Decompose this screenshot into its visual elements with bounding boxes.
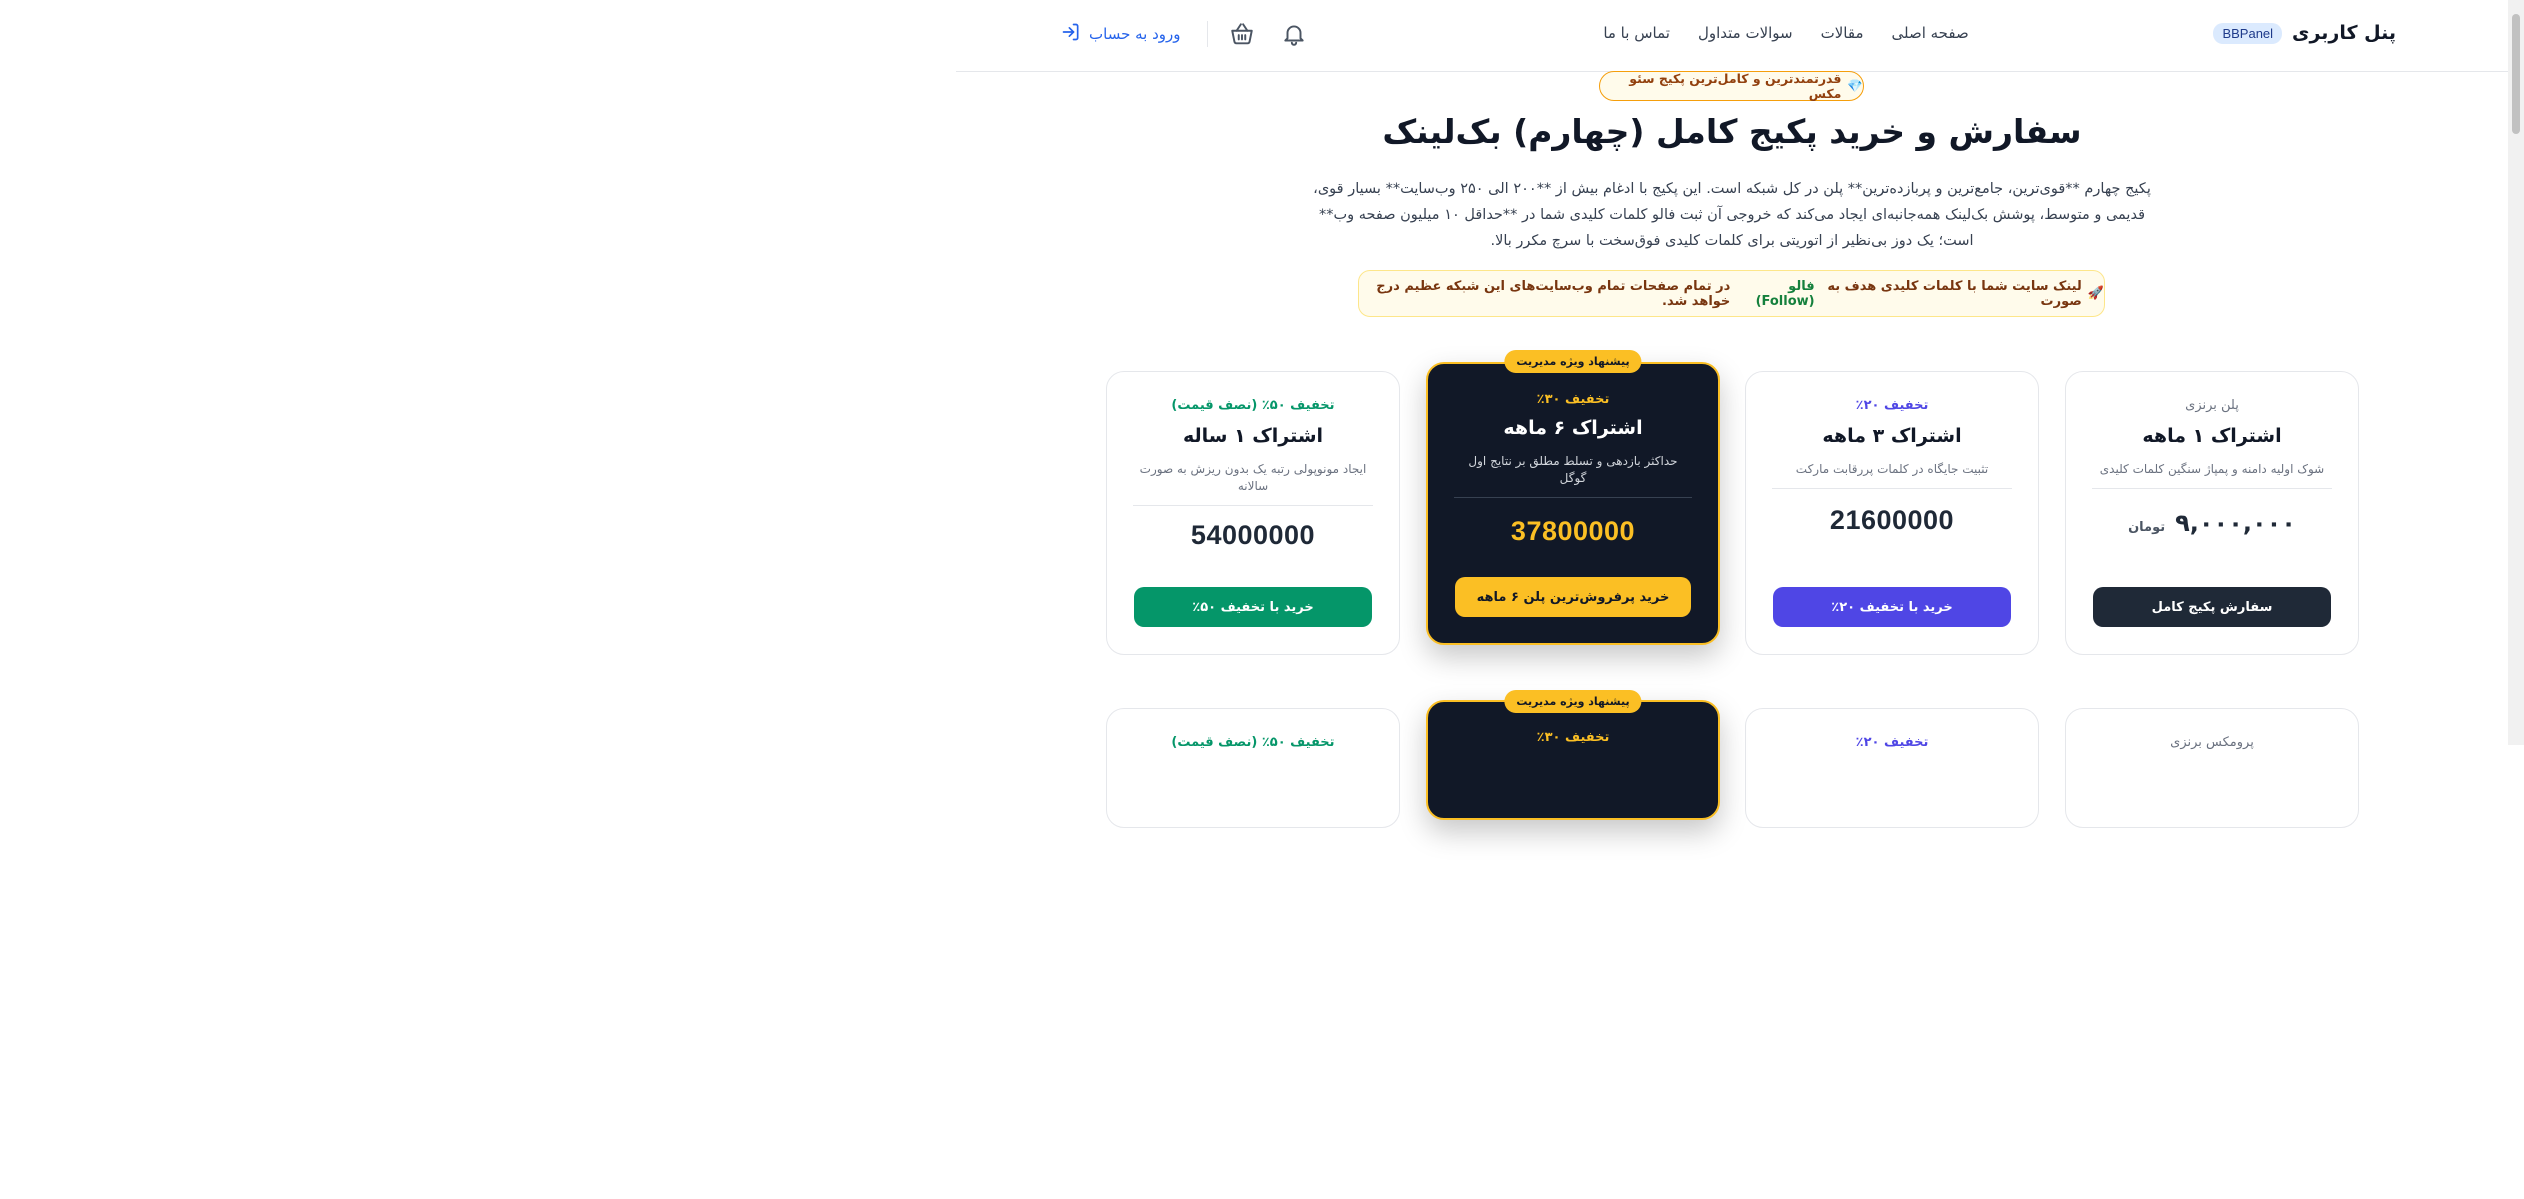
plan-price: ۹,۰۰۰,۰۰۰ xyxy=(2175,509,2296,537)
brand-badge: BBPanel xyxy=(2213,22,2283,44)
plan-price: 37800000 xyxy=(1510,516,1636,546)
plan-label: تخفیف ۳۰٪ xyxy=(1536,730,1610,745)
plan-card-row2-3: پیشنهاد ویژه مدیریت تخفیف ۳۰٪ xyxy=(1426,690,1720,820)
plan-card-1-year: تخفیف ۵۰٪ (نصف قیمت) اشتراک ۱ ساله ایجاد… xyxy=(1106,371,1400,655)
plan-name: اشتراک ۶ ماهه xyxy=(1503,417,1643,439)
nav-contact[interactable]: تماس با ما xyxy=(1603,24,1670,42)
login-link[interactable]: ورود به حساب xyxy=(1061,22,1181,46)
plan-divider xyxy=(1772,488,2012,489)
plan-card-row2-2: تخفیف ۲۰٪ xyxy=(1745,708,2039,828)
featured-ribbon: پیشنهاد ویژه مدیریت xyxy=(1504,690,1642,713)
main-nav: صفحه اصلی مقالات سوالات متداول تماس با م… xyxy=(1596,24,1976,42)
notice-text-after: در تمام صفحات تمام وب‌سایت‌های این شبکه … xyxy=(1376,278,1731,309)
notifications-button[interactable] xyxy=(1280,20,1308,48)
plan-price-row: ۹,۰۰۰,۰۰۰ تومان xyxy=(2066,509,2358,537)
featured-ribbon: پیشنهاد ویژه مدیریت xyxy=(1504,350,1642,373)
plan-card-6-month: پیشنهاد ویژه مدیریت تخفیف ۳۰٪ اشتراک ۶ م… xyxy=(1426,350,1720,645)
nav-home[interactable]: صفحه اصلی xyxy=(1892,24,1969,42)
nav-faq[interactable]: سوالات متداول xyxy=(1698,24,1793,42)
plan-name: اشتراک ۱ ساله xyxy=(1182,425,1324,447)
plan-price-unit: تومان xyxy=(2128,520,2166,535)
plan-card-3-month: تخفیف ۲۰٪ اشتراک ۳ ماهه تثبیت جایگاه در … xyxy=(1745,371,2039,655)
page-title: سفارش و خرید پکیج کامل (چهارم) بک‌لینک xyxy=(1382,112,2082,151)
header-actions: ورود به حساب xyxy=(1061,20,1332,48)
order-full-package-button[interactable]: سفارش پکیج کامل xyxy=(2093,587,2331,627)
bell-icon xyxy=(1283,25,1304,46)
plan-card-1-month: پلن برنزی اشتراک ۱ ماهه شوک اولیه دامنه … xyxy=(2065,371,2359,655)
hero-badge-text: قدرتمندترین و کامل‌ترین پکیج سئو مکس xyxy=(1629,71,1842,101)
hero-badge: 💎 قدرتمندترین و کامل‌ترین پکیج سئو مکس xyxy=(1599,71,1864,101)
plan-price: 21600000 xyxy=(1829,505,1955,535)
plan-label: تخفیف ۵۰٪ (نصف قیمت) xyxy=(1171,735,1335,750)
scrollbar-thumb[interactable] xyxy=(2512,14,2520,134)
buy-3-month-button[interactable]: خرید با تخفیف ۲۰٪ xyxy=(1773,587,2011,627)
plan-divider xyxy=(1133,505,1373,506)
plan-label: تخفیف ۳۰٪ xyxy=(1536,392,1610,407)
buy-6-month-button[interactable]: خرید پرفروش‌ترین پلن ۶ ماهه xyxy=(1455,577,1691,617)
plan-label: پرومکس برنزی xyxy=(2170,735,2254,750)
follow-notice: 🚀 لینک سایت شما با کلمات کلیدی هدف به صو… xyxy=(1358,270,2105,317)
cart-button[interactable] xyxy=(1228,20,1256,48)
plan-divider xyxy=(1454,497,1692,498)
plan-label: پلن برنزی xyxy=(2185,398,2239,413)
login-icon xyxy=(1061,22,1081,46)
plan-card-row2-1: پرومکس برنزی xyxy=(2065,708,2359,828)
rocket-icon: 🚀 xyxy=(2087,286,2104,301)
brand-title: پنل کاربری xyxy=(2292,22,2396,44)
plan-subtitle: ایجاد مونوپولی رتبه یک بدون ریزش به صورت… xyxy=(1139,462,1367,493)
plan-card-row2-4: تخفیف ۵۰٪ (نصف قیمت) xyxy=(1106,708,1400,828)
top-header: پنل کاربری BBPanel صفحه اصلی مقالات سوال… xyxy=(956,0,2508,72)
plan-label: تخفیف ۵۰٪ (نصف قیمت) xyxy=(1171,398,1335,413)
page-description: پکیج چهارم **قوی‌ترین، جامع‌ترین و پرباز… xyxy=(1313,181,2151,249)
plan-divider xyxy=(2092,488,2332,489)
buy-1-year-button[interactable]: خرید با تخفیف ۵۰٪ xyxy=(1134,587,1372,627)
header-divider xyxy=(1206,21,1208,47)
plan-name: اشتراک ۳ ماهه xyxy=(1822,425,1962,447)
plan-price: 54000000 xyxy=(1190,520,1316,550)
nav-articles[interactable]: مقالات xyxy=(1821,24,1864,42)
plan-label: تخفیف ۲۰٪ xyxy=(1855,398,1929,413)
notice-text-before: لینک سایت شما با کلمات کلیدی هدف به صورت xyxy=(1827,278,2082,309)
gem-icon: 💎 xyxy=(1847,78,1863,93)
plan-name: اشتراک ۱ ماهه xyxy=(2142,425,2282,447)
brand[interactable]: پنل کاربری BBPanel xyxy=(2213,22,2396,44)
plan-subtitle: حداکثر بازدهی و تسلط مطلق بر نتایج اول گ… xyxy=(1468,454,1678,485)
notice-follow: فالو (Follow) xyxy=(1755,278,1815,309)
plan-subtitle: شوک اولیه دامنه و پمپاژ سنگین کلمات کلید… xyxy=(2099,462,2325,476)
basket-icon xyxy=(1230,23,1253,45)
page-scrollbar[interactable] xyxy=(2508,0,2524,745)
plan-label: تخفیف ۲۰٪ xyxy=(1855,735,1929,750)
plan-subtitle: تثبیت جایگاه در کلمات پررقابت مارکت xyxy=(1795,462,1989,476)
login-label: ورود به حساب xyxy=(1089,25,1181,43)
